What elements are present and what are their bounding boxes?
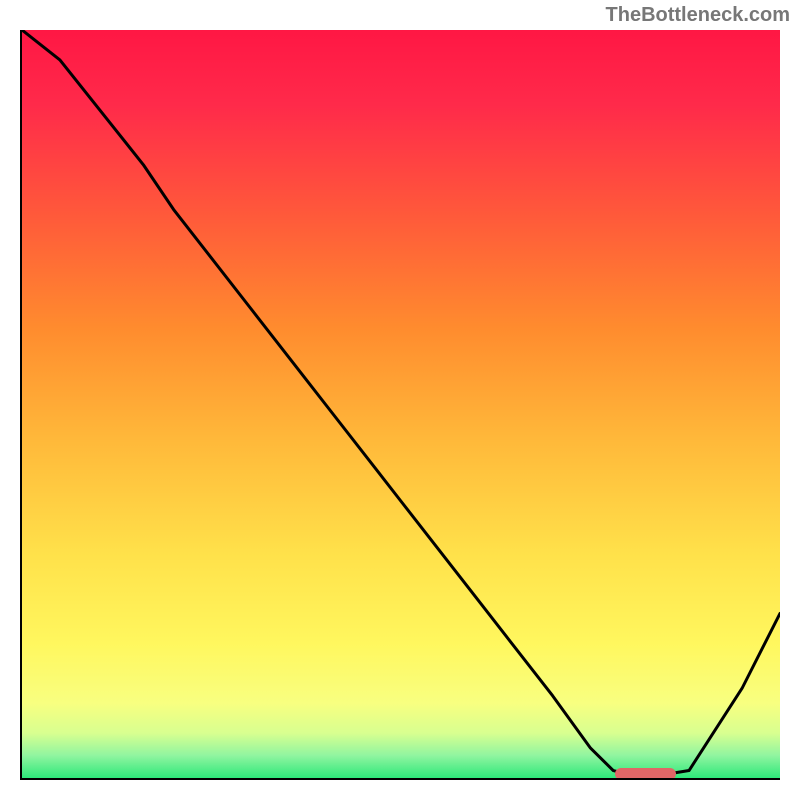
attribution-label: TheBottleneck.com [606,4,790,27]
optimal-marker [615,768,676,780]
bottleneck-curve [22,30,780,778]
chart-area [20,30,780,780]
